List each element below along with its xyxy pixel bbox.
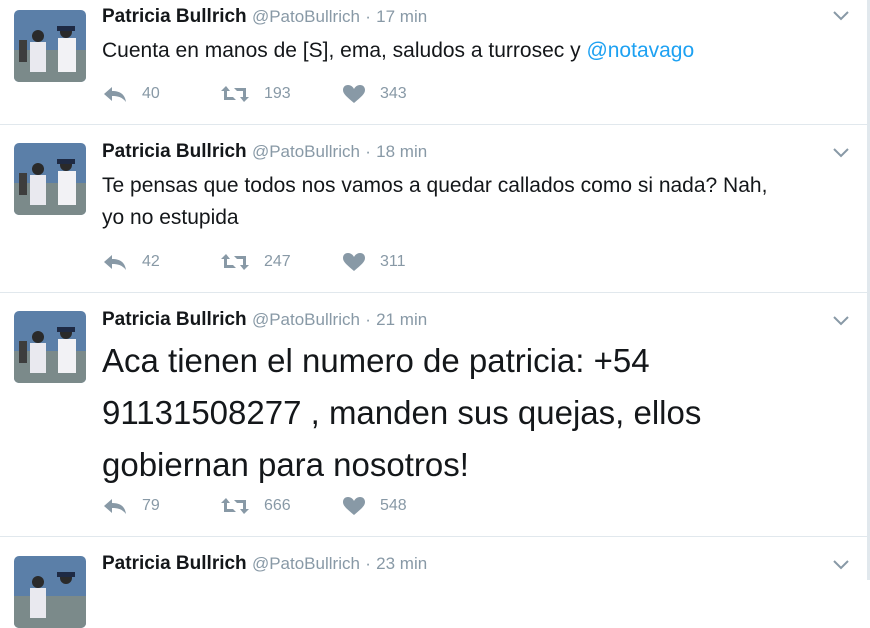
like-count: 311 [380, 253, 406, 270]
tweet-header: Patricia Bullrich @PatoBullrich · 23 min [102, 553, 427, 575]
reply-button[interactable]: 40 [102, 84, 160, 104]
retweet-count: 666 [264, 497, 291, 514]
avatar[interactable] [14, 143, 86, 215]
chevron-down-icon[interactable] [832, 10, 850, 22]
timestamp[interactable]: 23 min [376, 554, 427, 573]
timestamp[interactable]: 21 min [376, 310, 427, 329]
heart-icon [343, 497, 365, 515]
chevron-down-icon[interactable] [832, 147, 850, 159]
separator-dot: · [365, 7, 371, 26]
retweet-icon [221, 498, 249, 514]
retweet-button[interactable]: 666 [220, 496, 291, 516]
tweet[interactable]: Patricia Bullrich @PatoBullrich · 18 min… [0, 125, 870, 293]
reply-icon [104, 499, 126, 514]
tweet-text-line: yo no estupida [102, 206, 239, 229]
tweet-text: Cuenta en manos de [S], ema, saludos a t… [102, 35, 840, 67]
like-count: 548 [380, 497, 407, 514]
tweet-text: Te pensas que todos nos vamos a quedar c… [102, 170, 840, 234]
author-name[interactable]: Patricia Bullrich [102, 553, 247, 574]
avatar[interactable] [14, 311, 86, 383]
reply-icon [104, 255, 126, 270]
tweet-text-body: Cuenta en manos de [S], ema, saludos a t… [102, 39, 587, 62]
reply-count: 40 [142, 85, 160, 102]
reply-count: 79 [142, 497, 160, 514]
chevron-down-icon[interactable] [832, 315, 850, 327]
separator-dot: · [365, 554, 371, 573]
tweet-text: Aca tienen el numero de patricia: +54 91… [102, 335, 840, 491]
like-button[interactable]: 311 [342, 252, 406, 272]
author-name[interactable]: Patricia Bullrich [102, 309, 247, 330]
timestamp[interactable]: 18 min [376, 142, 427, 161]
timestamp[interactable]: 17 min [376, 7, 427, 26]
avatar[interactable] [14, 10, 86, 82]
author-name[interactable]: Patricia Bullrich [102, 141, 247, 162]
tweet-header: Patricia Bullrich @PatoBullrich · 18 min [102, 141, 427, 163]
tweet-feed: Patricia Bullrich @PatoBullrich · 17 min… [0, 0, 870, 628]
author-handle[interactable]: @PatoBullrich [252, 142, 360, 161]
like-button[interactable]: 548 [342, 496, 407, 516]
tweet-header: Patricia Bullrich @PatoBullrich · 21 min [102, 309, 427, 331]
tweet-header: Patricia Bullrich @PatoBullrich · 17 min [102, 6, 427, 28]
retweet-button[interactable]: 247 [220, 252, 291, 272]
retweet-button[interactable]: 193 [220, 84, 291, 104]
author-handle[interactable]: @PatoBullrich [252, 7, 360, 26]
retweet-count: 247 [264, 253, 291, 270]
retweet-icon [221, 86, 249, 102]
tweet[interactable]: Patricia Bullrich @PatoBullrich · 21 min… [0, 293, 870, 537]
tweet-text-line: Aca tienen el numero de patricia: +54 [102, 342, 650, 379]
like-button[interactable]: 343 [342, 84, 407, 104]
retweet-count: 193 [264, 85, 291, 102]
reply-button[interactable]: 42 [102, 252, 160, 272]
tweet[interactable]: Patricia Bullrich @PatoBullrich · 23 min [0, 537, 870, 628]
like-count: 343 [380, 85, 407, 102]
reply-button[interactable]: 79 [102, 496, 160, 516]
tweet-text-line: gobiernan para nosotros! [102, 446, 469, 483]
avatar[interactable] [14, 556, 86, 628]
tweet[interactable]: Patricia Bullrich @PatoBullrich · 17 min… [0, 0, 870, 125]
reply-icon [104, 87, 126, 102]
chevron-down-icon[interactable] [832, 559, 850, 571]
heart-icon [343, 253, 365, 271]
reply-count: 42 [142, 253, 160, 270]
author-name[interactable]: Patricia Bullrich [102, 6, 247, 27]
separator-dot: · [365, 142, 371, 161]
mention-link[interactable]: @notavago [586, 39, 694, 62]
separator-dot: · [365, 310, 371, 329]
author-handle[interactable]: @PatoBullrich [252, 554, 360, 573]
author-handle[interactable]: @PatoBullrich [252, 310, 360, 329]
retweet-icon [221, 254, 249, 270]
heart-icon [343, 85, 365, 103]
tweet-text-line: 91131508277 , manden sus quejas, ellos [102, 394, 702, 431]
tweet-text-line: Te pensas que todos nos vamos a quedar c… [102, 174, 768, 197]
